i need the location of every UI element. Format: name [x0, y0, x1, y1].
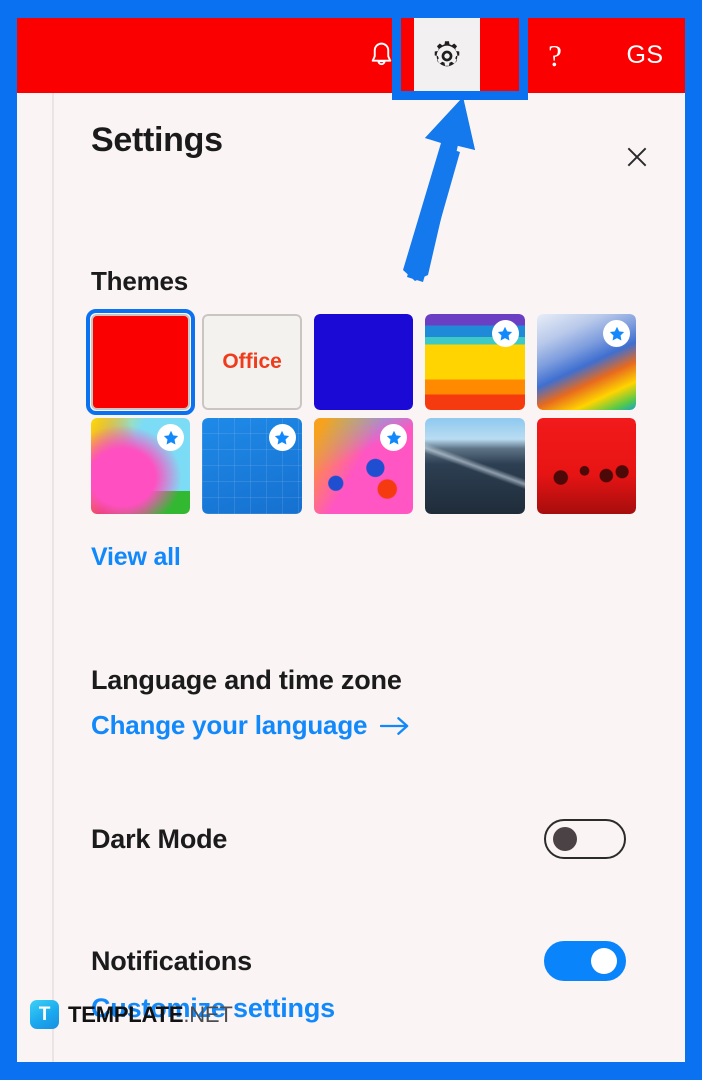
theme-tile-mountain[interactable]: [425, 418, 525, 514]
close-icon: [627, 147, 647, 167]
star-icon: [609, 326, 624, 340]
themes-row-2: [91, 418, 637, 514]
theme-swatch: [313, 314, 414, 410]
theme-art-overlay: [536, 418, 637, 514]
toggle-knob: [591, 948, 617, 974]
annotation-arrow: [403, 97, 475, 282]
help-button[interactable]: ?: [522, 18, 588, 93]
theme-tile-school-blueprint[interactable]: [202, 418, 302, 514]
themes-row-1: Office: [85, 309, 637, 415]
bell-icon: [371, 42, 391, 65]
language-heading: Language and time zone: [91, 665, 402, 695]
dark-mode-toggle[interactable]: [544, 819, 626, 859]
theme-tile-sunset-stripes[interactable]: [425, 314, 525, 410]
app-header-bar: ? GS: [17, 18, 685, 93]
theme-tile-office[interactable]: Office: [202, 314, 302, 410]
close-panel-button[interactable]: [617, 137, 657, 177]
themes-heading: Themes: [91, 266, 189, 296]
panel-header: Settings: [17, 93, 685, 198]
view-all-themes-link[interactable]: View all: [91, 543, 181, 572]
watermark-brand: TEMPLATE: [68, 1001, 184, 1027]
notifications-heading: Notifications: [91, 946, 252, 976]
panel-left-divider: [52, 93, 54, 1062]
theme-tile-red-palms[interactable]: [536, 418, 637, 514]
watermark-suffix: .NET: [183, 1001, 233, 1027]
theme-art-overlay: [425, 418, 525, 514]
premium-badge: [603, 320, 631, 347]
theme-tile-red[interactable]: [85, 309, 196, 415]
arrow-right-icon: [380, 716, 409, 735]
toggle-knob: [553, 827, 577, 851]
theme-tile-unicorn[interactable]: [91, 418, 191, 514]
change-language-label: Change your language: [91, 710, 368, 740]
premium-badge: [268, 424, 296, 451]
settings-flyout-panel: Settings Themes Office View all Language…: [17, 93, 685, 1062]
watermark: T TEMPLATE.NET: [30, 1000, 233, 1029]
dark-mode-heading: Dark Mode: [91, 824, 228, 854]
theme-swatch: [91, 314, 191, 410]
arrow-shaft: [407, 147, 460, 282]
star-icon: [386, 430, 401, 444]
watermark-text: TEMPLATE.NET: [68, 1002, 233, 1028]
annotation-highlight-box: [392, 9, 528, 100]
change-language-link[interactable]: Change your language: [91, 710, 411, 741]
page-title: Settings: [91, 121, 223, 159]
user-avatar[interactable]: GS: [605, 18, 685, 93]
theme-tile-swirl[interactable]: [536, 314, 637, 410]
template-net-logo: T: [30, 1000, 59, 1029]
avatar-initials: GS: [626, 41, 664, 69]
theme-tile-blue[interactable]: [313, 314, 414, 410]
star-icon: [163, 430, 179, 444]
themes-grid: Office: [85, 309, 637, 522]
screenshot-root: ? GS Settings Themes Office View all Lan…: [0, 0, 702, 1080]
notifications-toggle[interactable]: [544, 941, 626, 981]
star-icon: [498, 326, 513, 340]
premium-badge: [491, 320, 519, 347]
arrow-head: [425, 97, 475, 150]
theme-tile-building-blocks[interactable]: [313, 418, 414, 514]
star-icon: [275, 430, 290, 444]
help-label: ?: [548, 38, 562, 73]
theme-tile-office-label: Office: [222, 350, 282, 373]
